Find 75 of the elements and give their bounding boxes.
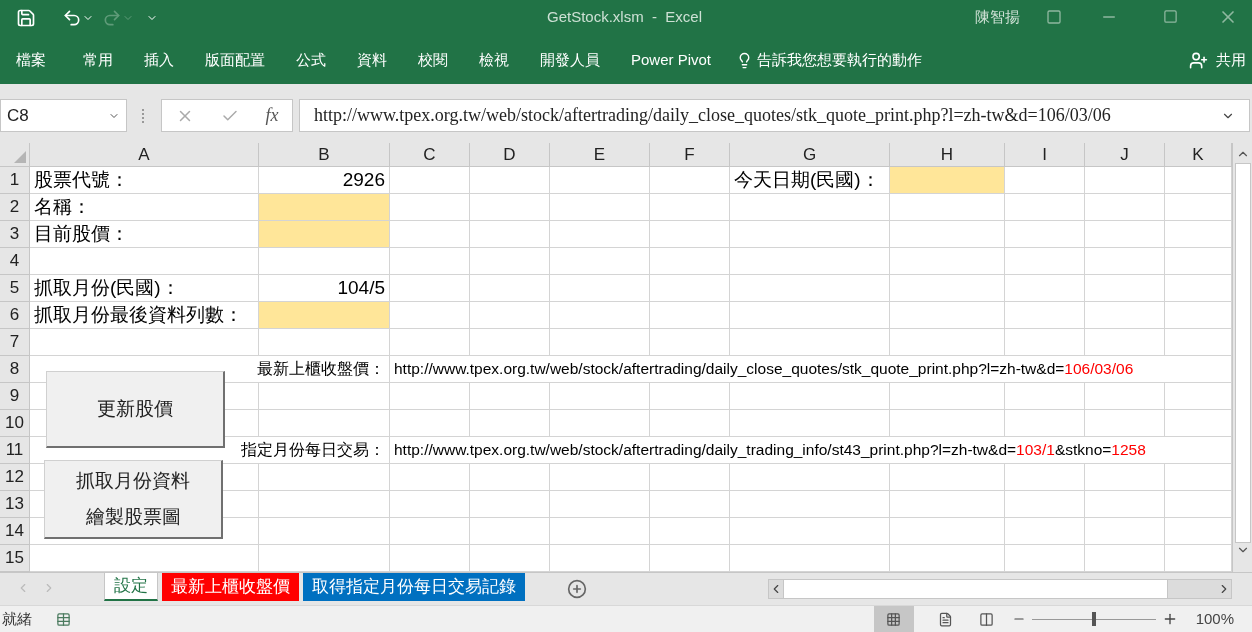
macro-button[interactable]: 更新股價	[46, 371, 225, 448]
column-header[interactable]: C	[390, 143, 470, 167]
undo-icon[interactable]	[62, 8, 82, 28]
table-cell: 104/5	[259, 275, 390, 302]
column-header[interactable]: D	[470, 143, 550, 167]
vertical-scrollbar[interactable]	[1232, 143, 1252, 572]
table-cell: 2926	[259, 167, 390, 194]
table-cell: 抓取月份(民國)：	[30, 275, 259, 302]
ribbon-tab[interactable]: 開發人員	[540, 48, 600, 72]
ribbon-tab[interactable]: 常用	[83, 48, 113, 72]
ribbon-display-icon[interactable]	[1046, 9, 1062, 25]
table-cell: 抓取月份最後資料列數：	[30, 302, 259, 329]
row-header[interactable]: 4	[0, 248, 30, 275]
sheet-tab[interactable]: 最新上櫃收盤價	[162, 573, 299, 601]
row-header[interactable]: 1	[0, 167, 30, 194]
share-button[interactable]: 共用	[1189, 48, 1246, 72]
table-cell: 今天日期(民國)：	[730, 167, 890, 194]
ribbon-tab[interactable]: 檢視	[479, 48, 509, 72]
row-header[interactable]: 11	[0, 437, 30, 464]
new-sheet-icon[interactable]	[567, 579, 587, 599]
formula-field[interactable]: http://www.tpex.org.tw/web/stock/aftertrading/daily_close_quotes/stk_quote_print.php?l=zh-tw&d=106/03/06	[299, 99, 1250, 132]
window-title: GetStock.xlsm - Excel	[547, 7, 703, 27]
row-header[interactable]: 13	[0, 491, 30, 518]
macro-record-icon[interactable]	[56, 611, 71, 627]
horizontal-scrollbar[interactable]	[768, 579, 1232, 599]
column-header[interactable]: E	[550, 143, 650, 167]
ribbon-tab[interactable]: 校閱	[418, 48, 448, 72]
row-header[interactable]: 12	[0, 464, 30, 491]
page-layout-icon[interactable]	[937, 611, 953, 627]
column-header[interactable]: G	[730, 143, 890, 167]
ribbon-tab[interactable]: 公式	[296, 48, 326, 72]
column-header[interactable]: F	[650, 143, 730, 167]
macro-button[interactable]: 抓取月份資料 繪製股票圖	[44, 460, 223, 539]
sheet-tab[interactable]: 取得指定月份每日交易記錄	[303, 573, 525, 601]
grip-icon	[142, 108, 146, 123]
tell-me-button[interactable]: 告訴我您想要執行的動作	[736, 48, 923, 72]
row-header[interactable]: 14	[0, 518, 30, 545]
zoom-thumb[interactable]	[1091, 612, 1096, 626]
zoom-level[interactable]: 100%	[1195, 607, 1234, 631]
column-header[interactable]: I	[1005, 143, 1085, 167]
save-icon[interactable]	[16, 8, 36, 28]
row-header[interactable]: 2	[0, 194, 30, 221]
ribbon-tab[interactable]: Power Pivot	[631, 48, 712, 72]
table-cell: 目前股價：	[30, 221, 259, 248]
row-header[interactable]: 9	[0, 383, 30, 410]
column-header[interactable]: H	[890, 143, 1005, 167]
row-header[interactable]: 15	[0, 545, 30, 572]
table-cell: http://www.tpex.org.tw/web/stock/aftertrading/daily_close_quotes/stk_quote_print.php?l=zh-tw&d=106/03/06	[390, 356, 1232, 383]
row-header[interactable]: 6	[0, 302, 30, 329]
column-header[interactable]: A	[30, 143, 259, 167]
zoom-slider[interactable]	[1031, 612, 1156, 626]
redo-icon	[102, 8, 122, 28]
user-icon	[1189, 50, 1208, 70]
page-break-icon[interactable]	[978, 611, 994, 627]
ribbon-tab[interactable]: 檔案	[16, 48, 46, 72]
row-header[interactable]: 10	[0, 410, 30, 437]
normal-view-icon[interactable]	[873, 606, 914, 632]
user-name: 陳智揚	[975, 7, 1020, 27]
ribbon-tab[interactable]: 版面配置	[205, 48, 265, 72]
row-header[interactable]: 3	[0, 221, 30, 248]
row-header[interactable]: 8	[0, 356, 30, 383]
sheet-tab[interactable]: 設定	[104, 573, 158, 601]
table-cell: http://www.tpex.org.tw/web/stock/aftertrading/daily_trading_info/st43_print.php?l=zh-tw&d=103/1&stkno=1258	[390, 437, 1232, 464]
row-header[interactable]: 5	[0, 275, 30, 302]
column-header[interactable]: B	[259, 143, 390, 167]
table-cell: 名稱：	[30, 194, 259, 221]
function-icon[interactable]: fx	[265, 102, 279, 129]
ribbon-tab[interactable]: 資料	[357, 48, 387, 72]
ribbon-tab[interactable]: 插入	[144, 48, 174, 72]
name-box[interactable]: C8	[0, 99, 127, 132]
table-cell: 股票代號：	[30, 167, 259, 194]
status-text: 就緒	[2, 608, 32, 629]
row-header[interactable]: 7	[0, 329, 30, 356]
column-header[interactable]: K	[1165, 143, 1232, 167]
column-header[interactable]: J	[1085, 143, 1165, 167]
